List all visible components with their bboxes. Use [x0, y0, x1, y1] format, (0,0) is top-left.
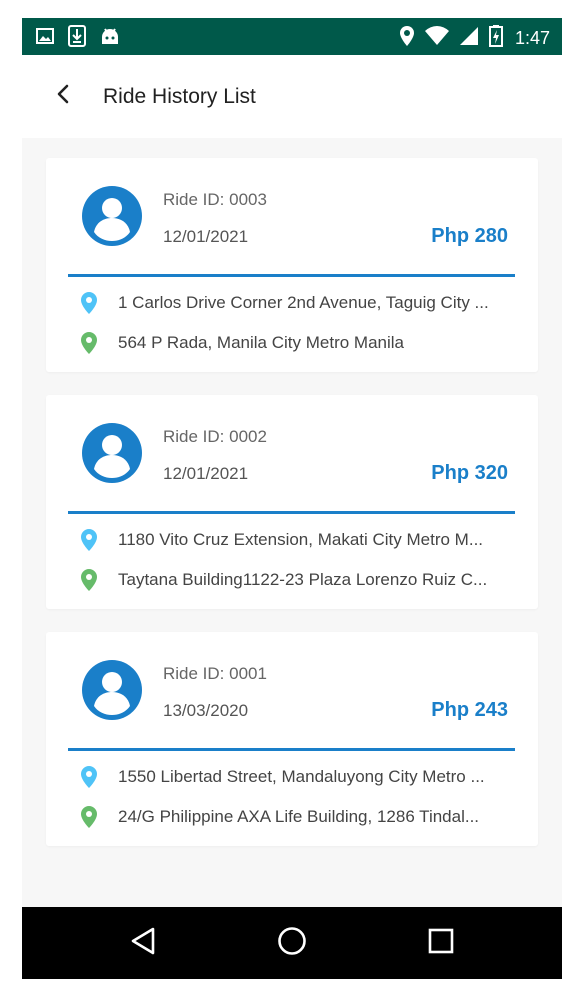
ride-date: 12/01/2021 — [163, 464, 249, 483]
app-bar: Ride History List — [22, 55, 562, 138]
dropoff-address: 24/G Philippine AXA Life Building, 1286 … — [118, 807, 480, 826]
ride-id: Ride ID: 0002 — [163, 427, 267, 446]
avatar-icon — [82, 660, 142, 720]
card-divider — [68, 274, 515, 277]
ride-date: 12/01/2021 — [163, 227, 249, 246]
ride-id: Ride ID: 0003 — [163, 190, 267, 209]
chevron-left-icon — [56, 84, 70, 109]
status-bar: 1:47 — [22, 18, 562, 55]
signal-icon — [459, 26, 479, 51]
card-divider — [68, 511, 515, 514]
ride-price: Php 280 — [431, 225, 508, 247]
ride-price: Php 320 — [431, 462, 508, 484]
pickup-address: 1550 Libertad Street, Mandaluyong City M… — [118, 767, 485, 786]
battery-icon — [488, 25, 503, 52]
image-icon — [36, 27, 54, 50]
dropoff-pin-icon — [80, 568, 98, 592]
back-button[interactable] — [48, 81, 78, 111]
ride-card[interactable]: Ride ID: 0003 12/01/2021 Php 280 1 Carlo… — [46, 158, 538, 372]
navigation-bar — [22, 907, 562, 979]
download-icon — [68, 25, 86, 52]
wifi-icon — [424, 26, 449, 51]
pickup-row: 1 Carlos Drive Corner 2nd Avenue, Taguig… — [80, 290, 510, 316]
home-circle-icon — [277, 926, 307, 961]
ride-date: 13/03/2020 — [163, 701, 249, 720]
pickup-row: 1550 Libertad Street, Mandaluyong City M… — [80, 764, 510, 790]
dropoff-row: 24/G Philippine AXA Life Building, 1286 … — [80, 804, 510, 830]
dropoff-pin-icon — [80, 331, 98, 355]
back-triangle-icon — [130, 927, 156, 960]
phone-screen: 1:47 Ride History List Ride ID: 0003 12/… — [22, 18, 562, 979]
ride-card[interactable]: Ride ID: 0002 12/01/2021 Php 320 1180 Vi… — [46, 395, 538, 609]
ride-price: Php 243 — [431, 699, 508, 721]
ride-card[interactable]: Ride ID: 0001 13/03/2020 Php 243 1550 Li… — [46, 632, 538, 846]
nav-home-button[interactable] — [274, 925, 310, 961]
ride-history-list: Ride ID: 0003 12/01/2021 Php 280 1 Carlo… — [22, 138, 562, 907]
pickup-pin-icon — [80, 291, 98, 315]
avatar-icon — [82, 186, 142, 246]
recents-square-icon — [428, 928, 454, 959]
dropoff-row: 564 P Rada, Manila City Metro Manila — [80, 330, 510, 356]
card-divider — [68, 748, 515, 751]
dropoff-pin-icon — [80, 805, 98, 829]
nav-recents-button[interactable] — [423, 925, 459, 961]
status-bar-right: 1:47 — [399, 25, 550, 52]
pickup-address: 1 Carlos Drive Corner 2nd Avenue, Taguig… — [118, 293, 489, 312]
dropoff-address: Taytana Building1122-23 Plaza Lorenzo Ru… — [118, 570, 488, 589]
pickup-pin-icon — [80, 765, 98, 789]
nav-back-button[interactable] — [125, 925, 161, 961]
ride-id: Ride ID: 0001 — [163, 664, 267, 683]
pickup-row: 1180 Vito Cruz Extension, Makati City Me… — [80, 527, 510, 553]
android-icon — [100, 26, 120, 51]
status-time: 1:47 — [514, 28, 550, 48]
avatar-icon — [82, 423, 142, 483]
pickup-pin-icon — [80, 528, 98, 552]
dropoff-address: 564 P Rada, Manila City Metro Manila — [118, 333, 404, 352]
location-icon — [399, 25, 415, 52]
pickup-address: 1180 Vito Cruz Extension, Makati City Me… — [118, 530, 484, 549]
status-bar-left — [36, 25, 120, 52]
page-title: Ride History List — [103, 85, 256, 108]
dropoff-row: Taytana Building1122-23 Plaza Lorenzo Ru… — [80, 567, 510, 593]
